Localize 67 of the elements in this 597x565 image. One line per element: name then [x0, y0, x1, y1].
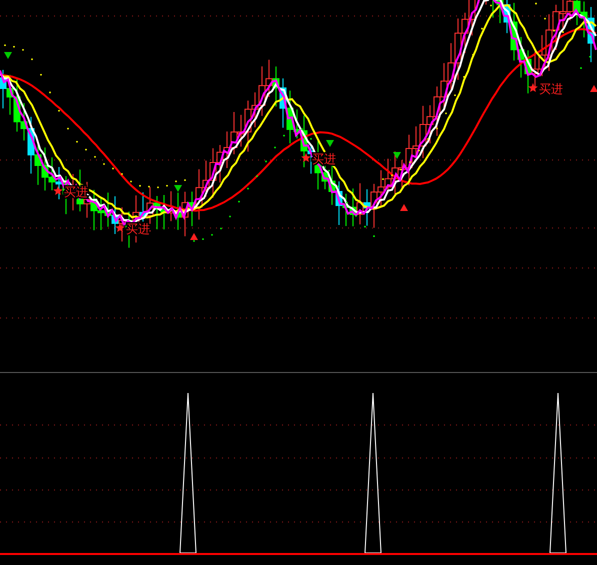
buy-signal-label: 买进 [64, 185, 88, 199]
indicator-dot [283, 134, 285, 137]
indicator-dot [355, 214, 357, 217]
indicator-dot [436, 128, 438, 130]
indicator-dot [202, 238, 204, 240]
down-triangle-icon [393, 152, 401, 159]
star-icon [115, 223, 125, 232]
indicator-dot [481, 28, 483, 30]
indicator-dot [328, 170, 330, 172]
indicator-dot [418, 150, 420, 152]
up-triangle-icon [590, 85, 597, 92]
indicator-dot [229, 216, 231, 218]
indicator-dot [22, 49, 24, 51]
indicator-dot [31, 58, 33, 60]
indicator-dot [400, 168, 402, 170]
indicator-dot [535, 2, 537, 4]
indicator-dot [247, 188, 249, 190]
indicator-dot [490, 4, 492, 6]
indicator-dot [580, 67, 582, 69]
indicator-dot [67, 128, 69, 130]
star-icon [53, 186, 63, 195]
indicator-dot [121, 173, 123, 175]
indicator-dot [364, 226, 366, 228]
indicator-dot [562, 31, 564, 33]
indicator-dot [373, 235, 375, 238]
indicator-dot [112, 168, 114, 170]
indicator-dot [157, 186, 159, 188]
indicator-dot [130, 180, 132, 182]
indicator-dot [103, 163, 105, 165]
indicator-dot [220, 228, 222, 230]
indicator-dot [238, 200, 240, 203]
indicator-dot [427, 138, 429, 140]
indicator-dot [463, 76, 465, 78]
indicator-dot [337, 186, 339, 188]
star-icon [301, 153, 311, 162]
indicator-dot [553, 30, 555, 32]
indicator-dot [589, 56, 591, 58]
indicator-dot [445, 112, 447, 114]
indicator-dot [211, 234, 213, 236]
indicator-dot [139, 184, 141, 187]
indicator-dot [544, 18, 546, 20]
indicator-dot [274, 146, 276, 148]
buy-signal-label: 买进 [539, 82, 563, 96]
candlestick [492, 0, 494, 18]
indicator-dot [85, 148, 87, 151]
up-triangle-icon [190, 233, 198, 240]
indicator-dot [184, 179, 186, 182]
indicator-dot [382, 178, 384, 180]
down-triangle-icon [326, 140, 334, 147]
indicator-dot [265, 160, 267, 162]
up-triangle-icon [400, 204, 408, 211]
indicator-dot [256, 175, 258, 178]
indicator-dot [409, 161, 411, 164]
indicator-dot [175, 180, 177, 182]
indicator-dot [346, 202, 348, 204]
indicator-dot [454, 94, 456, 96]
indicator-dot [49, 92, 51, 94]
indicator-dot [310, 138, 312, 140]
indicator-dot [391, 174, 393, 176]
indicator-dot [148, 186, 150, 188]
indicator-dot [193, 240, 195, 242]
indicator-dot [94, 156, 96, 158]
down-triangle-icon [174, 185, 182, 192]
indicator-dot [58, 110, 60, 112]
indicator-dot [301, 128, 303, 130]
star-icon [528, 83, 538, 92]
down-triangle-icon [4, 52, 12, 59]
